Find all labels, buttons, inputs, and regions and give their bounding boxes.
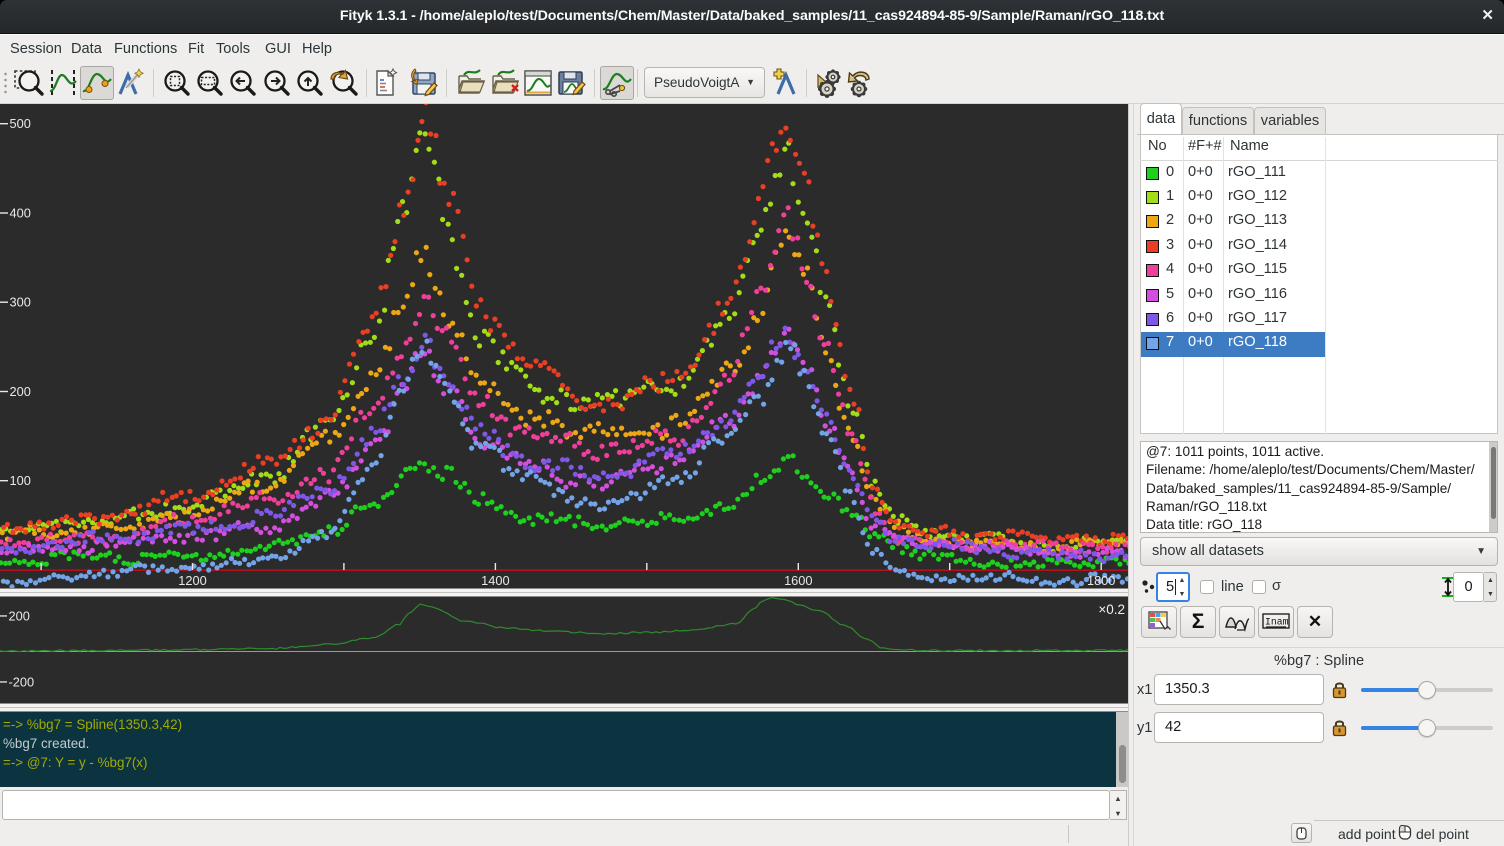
svg-text:×0.2: ×0.2	[1098, 602, 1125, 617]
svg-text:200: 200	[10, 384, 31, 399]
svg-text:1800: 1800	[1087, 573, 1115, 588]
svg-text:500: 500	[10, 116, 31, 131]
svg-text:1400: 1400	[481, 573, 509, 588]
svg-text:400: 400	[10, 205, 31, 220]
svg-text:200: 200	[9, 609, 30, 624]
svg-text:300: 300	[10, 295, 31, 310]
svg-text:-200: -200	[9, 675, 35, 690]
svg-text:Inam: Inam	[1265, 617, 1289, 628]
svg-text:100: 100	[10, 473, 31, 488]
svg-text:1600: 1600	[784, 573, 812, 588]
svg-text:1200: 1200	[178, 573, 206, 588]
